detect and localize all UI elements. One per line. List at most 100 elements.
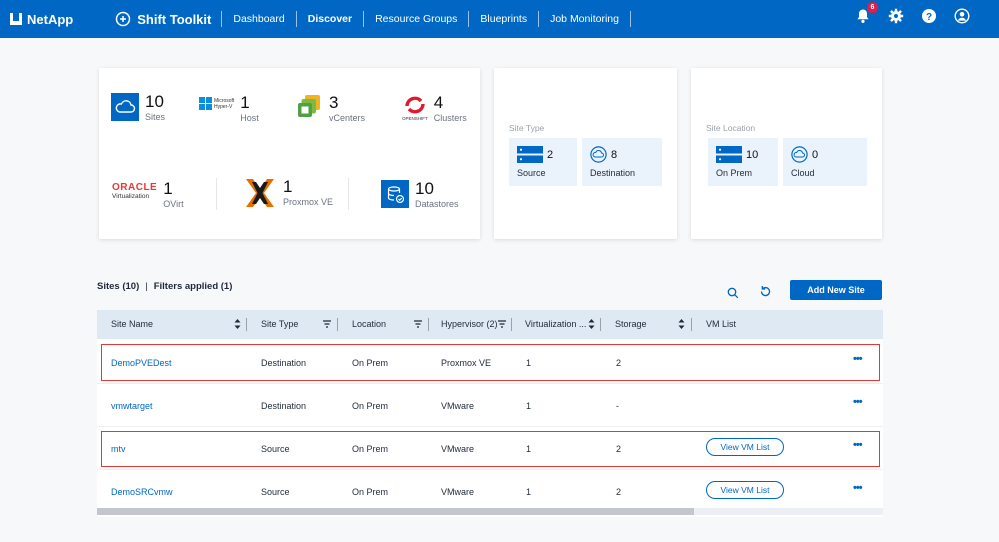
add-new-site-button[interactable]: Add New Site (790, 280, 882, 300)
host-count: 1 (240, 93, 250, 112)
metric-sites[interactable]: 10 Sites (111, 93, 165, 122)
ovirt-count: 1 (163, 179, 173, 198)
virtualization-cell: 1 (526, 444, 532, 454)
metric-divider (348, 178, 349, 210)
nav-job-monitoring[interactable]: Job Monitoring (538, 11, 631, 27)
netapp-logo[interactable]: NetApp (10, 12, 73, 27)
location-cell: On Prem (352, 487, 389, 497)
site-name-link[interactable]: DemoSRCvmw (111, 487, 173, 497)
openshift-logo-text: OPENSHIFT (402, 116, 428, 121)
table-row[interactable]: mtv Source On Prem VMware 1 2 View VM Li… (97, 427, 883, 470)
col-site-type[interactable]: Site Type (261, 319, 298, 329)
metric-vcenters[interactable]: 3 vCenters (297, 94, 365, 123)
source-label: Source (517, 168, 546, 178)
on-prem-tile[interactable]: 10 On Prem (708, 138, 778, 186)
hypervisor-cell: VMware (441, 401, 475, 411)
filter-icon[interactable] (498, 320, 506, 328)
sort-icon[interactable] (234, 319, 241, 329)
col-location[interactable]: Location (352, 319, 386, 329)
user-avatar-icon[interactable] (953, 7, 971, 25)
row-actions-menu[interactable]: ••• (853, 396, 863, 408)
col-storage[interactable]: Storage (615, 319, 647, 329)
clusters-count: 4 (433, 93, 444, 112)
filter-icon[interactable] (323, 320, 331, 328)
virtualization-cell: 1 (526, 358, 532, 368)
product-name: Shift Toolkit (137, 11, 212, 27)
main-nav: Dashboard Discover Resource Groups Bluep… (221, 11, 631, 27)
vcenters-count: 3 (329, 93, 339, 112)
oracle-logo-subtext: Virtualization (112, 193, 150, 200)
row-actions-menu[interactable]: ••• (853, 353, 863, 365)
table-row[interactable]: vmwtarget Destination On Prem VMware 1 -… (97, 384, 883, 427)
svg-text:?: ? (926, 12, 932, 23)
metric-ovirt[interactable]: ORACLE Virtualization 1 OVirt (112, 179, 184, 210)
filter-icon[interactable] (414, 320, 422, 328)
filters-applied-link[interactable]: Filters applied (1) (154, 281, 233, 292)
metric-datastores[interactable]: 10 Datastores (381, 180, 459, 209)
windows-icon (199, 97, 212, 110)
column-divider (600, 318, 601, 331)
server-icon (716, 146, 742, 163)
top-icons: 6 ? (854, 2, 971, 25)
table-row[interactable]: DemoPVEDest Destination On Prem Proxmox … (97, 341, 883, 384)
hyperv-logo-line2: Hyper-V (214, 103, 233, 110)
cloud-sync-icon (590, 146, 607, 163)
site-name-link[interactable]: vmwtarget (111, 401, 153, 411)
nav-blueprints[interactable]: Blueprints (468, 11, 538, 27)
refresh-icon[interactable] (759, 285, 772, 298)
column-divider (428, 318, 429, 331)
on-prem-label: On Prem (716, 168, 753, 178)
site-type-label: Site Type (509, 123, 545, 133)
scrollbar-thumb[interactable] (97, 508, 694, 515)
destination-tile[interactable]: 8 Destination (582, 138, 662, 186)
sites-count: 10 (145, 92, 164, 111)
row-actions-menu[interactable]: ••• (853, 482, 863, 494)
col-hypervisor[interactable]: Hypervisor (2) (441, 319, 498, 329)
host-label: Host (240, 113, 259, 123)
virtualization-cell: 1 (526, 401, 532, 411)
table-header: Site Name Site Type Location Hypervisor … (97, 310, 883, 339)
view-vm-list-button[interactable]: View VM List (706, 481, 784, 499)
metric-host[interactable]: Microsoft Hyper-V 1 Host (199, 94, 259, 123)
site-location-card: Site Location 10 On Prem 0 Cloud (691, 68, 882, 239)
help-icon[interactable]: ? (920, 7, 938, 25)
horizontal-scrollbar[interactable] (97, 508, 883, 515)
sites-header: Sites (10) | Filters applied (1) (97, 281, 232, 292)
on-prem-count: 10 (746, 148, 759, 161)
header-separator: | (145, 281, 148, 292)
col-site-name[interactable]: Site Name (111, 319, 153, 329)
bell-icon[interactable]: 6 (854, 2, 878, 25)
metric-proxmox[interactable]: 1 Proxmox VE (243, 178, 333, 208)
site-name-link[interactable]: DemoPVEDest (111, 358, 172, 368)
cloud-tile[interactable]: 0 Cloud (783, 138, 867, 186)
product-title[interactable]: Shift Toolkit (115, 11, 211, 27)
site-name-link[interactable]: mtv (111, 444, 126, 454)
destination-label: Destination (590, 168, 636, 178)
metric-clusters[interactable]: OPENSHIFT 4 Clusters (402, 93, 467, 124)
col-virtualization[interactable]: Virtualization ... (525, 319, 586, 329)
nav-resource-groups[interactable]: Resource Groups (363, 11, 468, 27)
top-navigation-bar: NetApp Shift Toolkit Dashboard Discover … (0, 0, 999, 38)
view-vm-list-button[interactable]: View VM List (706, 438, 784, 456)
cloud-label: Cloud (791, 168, 815, 178)
nav-discover[interactable]: Discover (295, 11, 363, 27)
column-divider (337, 318, 338, 331)
clusters-label: Clusters (433, 113, 467, 123)
proxmox-label: Proxmox VE (283, 197, 334, 207)
sort-icon[interactable] (678, 319, 685, 329)
hypervisor-cell: Proxmox VE (441, 358, 492, 368)
table-row[interactable]: DemoSRCvmw Source On Prem VMware 1 2 Vie… (97, 470, 883, 513)
source-tile[interactable]: 2 Source (509, 138, 577, 186)
ovirt-label: OVirt (163, 199, 184, 209)
hyperv-logo: Microsoft Hyper-V (199, 97, 234, 110)
search-icon[interactable] (727, 287, 739, 299)
source-count: 2 (547, 148, 554, 161)
nav-dashboard[interactable]: Dashboard (221, 11, 295, 27)
sort-icon[interactable] (588, 319, 595, 329)
gear-icon[interactable] (887, 7, 905, 25)
storage-cell: 2 (616, 444, 622, 454)
inventory-summary-card: 10 Sites Microsoft Hyper-V 1 Host 3 vCenters… (99, 68, 480, 239)
storage-cell: 2 (616, 358, 622, 368)
cloud-sync-icon (791, 146, 808, 163)
row-actions-menu[interactable]: ••• (853, 439, 863, 451)
